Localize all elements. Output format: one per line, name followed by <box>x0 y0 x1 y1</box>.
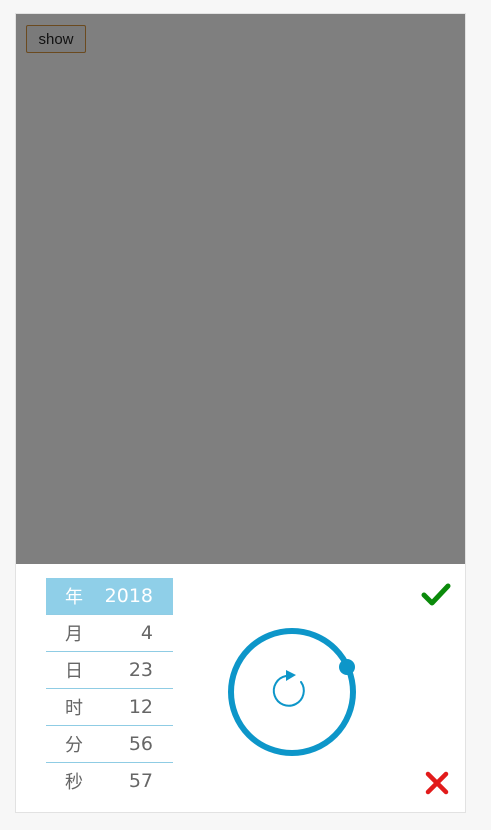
field-second[interactable]: 秒 57 <box>46 763 173 799</box>
field-value: 12 <box>128 696 153 718</box>
close-icon[interactable] <box>425 771 449 795</box>
field-label: 分 <box>65 735 83 756</box>
datetime-picker: 年 2018 月 4 日 23 时 12 分 56 秒 57 <box>16 564 465 812</box>
field-year[interactable]: 年 2018 <box>46 578 173 615</box>
field-label: 秒 <box>65 772 83 793</box>
field-value: 4 <box>140 622 153 644</box>
dim-overlay[interactable]: show <box>16 14 465 564</box>
field-value: 2018 <box>104 585 153 607</box>
value-dial[interactable] <box>222 622 362 762</box>
field-value: 56 <box>128 733 153 755</box>
field-hour[interactable]: 时 12 <box>46 689 173 726</box>
field-label: 年 <box>65 587 83 608</box>
field-day[interactable]: 日 23 <box>46 652 173 689</box>
field-label: 日 <box>65 661 83 682</box>
field-label: 时 <box>65 698 83 719</box>
field-list: 年 2018 月 4 日 23 时 12 分 56 秒 57 <box>46 578 173 799</box>
rotate-icon <box>272 670 305 707</box>
field-label: 月 <box>65 624 83 645</box>
show-button[interactable]: show <box>26 25 86 53</box>
dial-ring <box>228 628 356 756</box>
field-minute[interactable]: 分 56 <box>46 726 173 763</box>
phone-frame: show 年 2018 月 4 日 23 时 12 分 56 秒 57 <box>15 13 466 813</box>
dial-handle[interactable] <box>339 659 355 675</box>
field-value: 57 <box>128 770 153 792</box>
check-icon[interactable] <box>421 582 451 608</box>
field-value: 23 <box>128 659 153 681</box>
field-month[interactable]: 月 4 <box>46 615 173 652</box>
